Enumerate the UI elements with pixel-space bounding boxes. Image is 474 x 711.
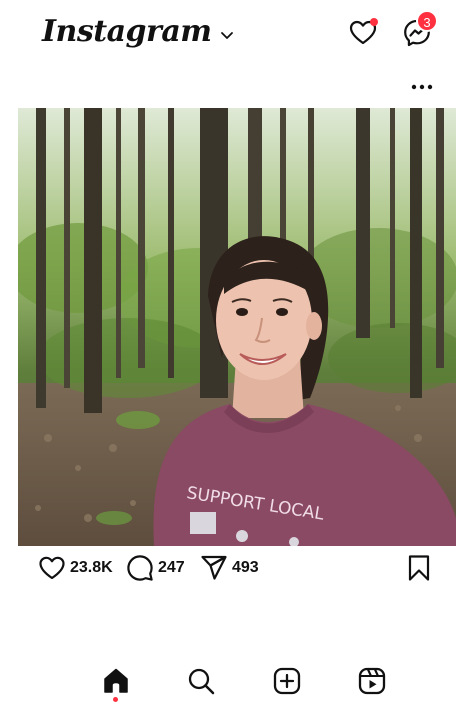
- more-horizontal-icon[interactable]: [410, 80, 434, 94]
- bookmark-icon[interactable]: [406, 554, 432, 582]
- top-bar: Instagram 3: [0, 0, 474, 64]
- post-image[interactable]: SUPPORT LOCAL: [18, 108, 456, 546]
- share-count: 493: [232, 559, 259, 576]
- chevron-down-icon: [220, 31, 233, 39]
- plus-square-icon[interactable]: [272, 666, 302, 696]
- send-icon: [201, 555, 227, 580]
- messages-button[interactable]: 3: [402, 10, 438, 48]
- bottom-tab-bar: [0, 660, 474, 711]
- post-actions: 23.8K 247 493: [0, 550, 474, 586]
- share-button[interactable]: 493: [200, 554, 259, 582]
- account-switcher[interactable]: Instagram: [42, 14, 234, 49]
- home-icon[interactable]: [101, 666, 131, 696]
- heart-icon: [39, 556, 65, 580]
- comment-icon: [127, 555, 153, 581]
- like-count: 23.8K: [70, 559, 113, 576]
- comment-button[interactable]: 247: [126, 554, 185, 582]
- reels-icon[interactable]: [357, 666, 387, 696]
- notifications-button[interactable]: [348, 18, 378, 48]
- instagram-logo: Instagram: [42, 14, 212, 49]
- active-tab-dot: [113, 697, 118, 702]
- messages-badge: 3: [416, 10, 438, 32]
- notification-dot: [370, 18, 378, 26]
- search-icon[interactable]: [186, 666, 216, 696]
- comment-count: 247: [158, 559, 185, 576]
- post-photo: SUPPORT LOCAL: [18, 108, 456, 546]
- like-button[interactable]: 23.8K: [38, 554, 113, 582]
